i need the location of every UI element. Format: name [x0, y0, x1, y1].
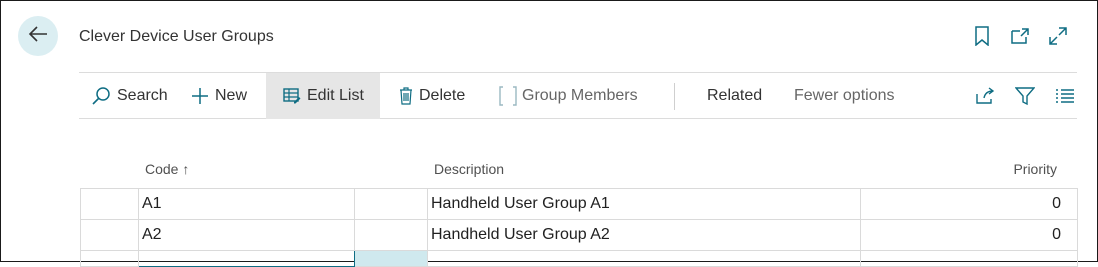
column-header-description[interactable]: Description	[434, 161, 504, 177]
priority-cell[interactable]: 0	[860, 219, 1078, 251]
row-selector[interactable]	[80, 250, 139, 267]
edit-list-button[interactable]: Edit List	[266, 73, 380, 119]
bookmark-icon[interactable]	[972, 26, 992, 46]
trash-icon	[399, 87, 413, 105]
priority-cell[interactable]	[860, 250, 1078, 267]
spacer-cell	[354, 219, 428, 251]
expand-icon[interactable]	[1048, 26, 1068, 46]
spacer-cell	[354, 188, 428, 220]
back-button[interactable]	[18, 16, 58, 56]
search-icon	[91, 86, 111, 106]
sort-ascending-icon: ↑	[182, 161, 190, 177]
search-button[interactable]: Search	[91, 73, 168, 119]
spacer-cell	[354, 250, 428, 267]
new-button[interactable]: New	[191, 73, 247, 119]
back-arrow-icon	[27, 23, 49, 50]
description-cell[interactable]	[427, 250, 861, 267]
priority-cell[interactable]: 0	[860, 188, 1078, 220]
code-input-cell[interactable]	[138, 250, 355, 267]
page-title: Clever Device User Groups	[79, 28, 274, 45]
description-cell[interactable]: Handheld User Group A1	[427, 188, 861, 220]
row-selector[interactable]	[80, 188, 139, 220]
row-selector[interactable]	[80, 219, 139, 251]
action-bar: Search New Edit List Delete Group Member…	[79, 72, 1077, 119]
description-cell[interactable]: Handheld User Group A2	[427, 219, 861, 251]
table-row[interactable]: A1 Handheld User Group A1 0	[80, 188, 1078, 220]
share-icon[interactable]	[975, 87, 995, 105]
open-new-window-icon[interactable]	[1010, 26, 1030, 46]
list-view-icon[interactable]	[1055, 88, 1075, 104]
user-groups-table: A1 Handheld User Group A1 0 A2 Handheld …	[80, 188, 1078, 267]
new-row[interactable]	[80, 250, 1078, 267]
column-header-priority[interactable]: Priority	[1013, 161, 1057, 177]
brackets-icon	[498, 86, 518, 106]
fewer-options-button[interactable]: Fewer options	[794, 73, 895, 119]
code-cell[interactable]: A2	[138, 219, 355, 251]
delete-button[interactable]: Delete	[399, 73, 465, 119]
table-row[interactable]: A2 Handheld User Group A2 0	[80, 219, 1078, 251]
toolbar-separator	[674, 83, 675, 110]
column-header-code[interactable]: Code ↑	[145, 161, 189, 177]
code-cell[interactable]: A1	[138, 188, 355, 220]
related-menu[interactable]: Related	[707, 73, 762, 119]
filter-icon[interactable]	[1015, 86, 1035, 106]
group-members-button[interactable]: Group Members	[498, 73, 638, 119]
plus-icon	[191, 87, 209, 105]
edit-list-icon	[283, 88, 301, 104]
